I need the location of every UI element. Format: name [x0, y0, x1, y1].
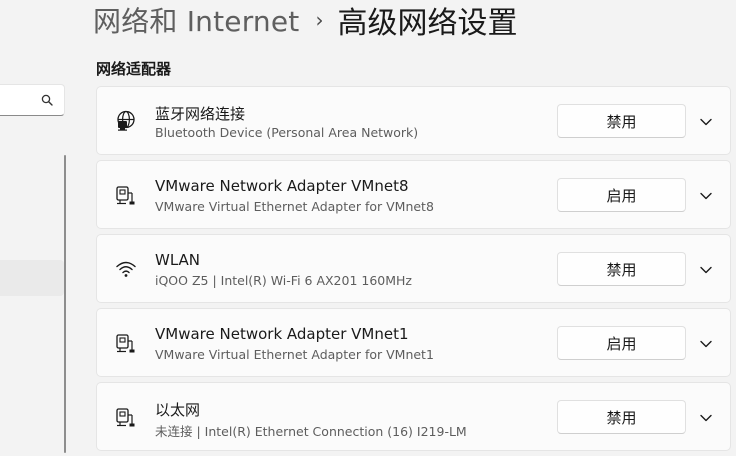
adapter-name: 蓝牙网络连接 — [155, 105, 246, 123]
adapter-name: WLAN — [155, 251, 201, 269]
page-title: 高级网络设置 — [337, 6, 518, 41]
adapter-description: 未连接 | Intel(R) Ethernet Connection (16) … — [155, 424, 467, 439]
disable-button[interactable]: 禁用 — [557, 104, 686, 138]
chevron-down-icon[interactable] — [699, 115, 713, 129]
breadcrumb-separator: › — [315, 8, 324, 32]
nav-scrollbar[interactable] — [64, 155, 66, 453]
breadcrumb-parent-link[interactable]: 网络和 Internet — [93, 0, 299, 40]
enable-button[interactable]: 启用 — [557, 178, 686, 212]
chevron-down-icon[interactable] — [699, 189, 713, 203]
adapter-description: Bluetooth Device (Personal Area Network) — [155, 125, 419, 140]
enable-button[interactable]: 启用 — [557, 326, 686, 360]
adapter-description: VMware Virtual Ethernet Adapter for VMne… — [155, 347, 434, 362]
adapter-name: VMware Network Adapter VMnet8 — [155, 177, 409, 195]
adapter-description: iQOO Z5 | Intel(R) Wi-Fi 6 AX201 160MHz — [155, 273, 412, 288]
adapter-description: VMware Virtual Ethernet Adapter for VMne… — [155, 199, 434, 214]
chevron-down-icon[interactable] — [699, 411, 713, 425]
search-icon[interactable] — [41, 94, 53, 106]
adapter-card-bluetooth[interactable]: 蓝牙网络连接 Bluetooth Device (Personal Area N… — [96, 86, 731, 155]
chevron-down-icon[interactable] — [699, 337, 713, 351]
bluetooth-network-icon — [117, 110, 135, 131]
ethernet-icon — [116, 408, 135, 427]
adapter-card-vmnet8[interactable]: VMware Network Adapter VMnet8 VMware Vir… — [96, 160, 731, 229]
adapter-card-ethernet[interactable]: 以太网 未连接 | Intel(R) Ethernet Connection (… — [96, 382, 731, 451]
adapter-card-wlan[interactable]: WLAN iQOO Z5 | Intel(R) Wi-Fi 6 AX201 16… — [96, 234, 731, 303]
ethernet-icon — [116, 334, 135, 353]
nav-item-selected[interactable] — [0, 260, 64, 296]
section-title: 网络适配器 — [96, 60, 172, 78]
chevron-down-icon[interactable] — [699, 263, 713, 277]
adapter-list: 蓝牙网络连接 Bluetooth Device (Personal Area N… — [96, 86, 731, 456]
ethernet-icon — [116, 186, 135, 205]
adapter-name: VMware Network Adapter VMnet1 — [155, 325, 409, 343]
settings-search-input[interactable] — [0, 84, 65, 116]
disable-button[interactable]: 禁用 — [557, 252, 686, 286]
navigation-pane — [0, 0, 70, 453]
wifi-icon — [116, 261, 136, 277]
adapter-card-vmnet1[interactable]: VMware Network Adapter VMnet1 VMware Vir… — [96, 308, 731, 377]
disable-button[interactable]: 禁用 — [557, 400, 686, 434]
breadcrumb: 网络和 Internet › 高级网络设置 — [93, 0, 518, 41]
adapter-name: 以太网 — [155, 401, 201, 419]
